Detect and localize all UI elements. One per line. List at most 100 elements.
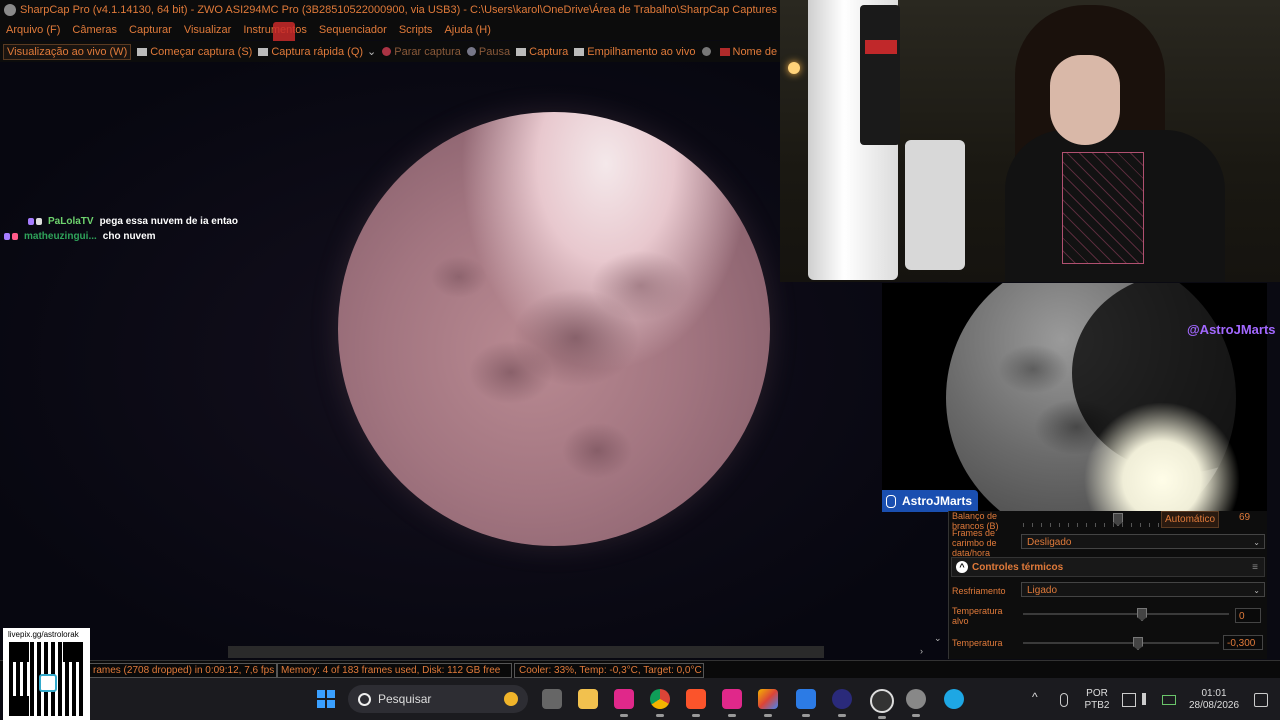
chat-username: matheuzingui... (24, 231, 97, 242)
taskbar-search[interactable]: Pesquisar (348, 685, 528, 713)
shirt-graphic (1062, 152, 1144, 264)
video-camera-icon (137, 47, 148, 56)
task-view-icon[interactable] (542, 689, 562, 709)
timestamp-select[interactable]: Desligado ⌄ (1021, 534, 1265, 549)
chat-message: matheuzingui... cho nuvem (4, 229, 238, 244)
stop-capture-button[interactable]: Parar captura (382, 46, 461, 58)
app-pink2-icon[interactable] (722, 689, 742, 717)
target-temp-slider[interactable] (1023, 613, 1229, 615)
thermal-section-title: Controles térmicos (972, 562, 1064, 573)
app-blue-icon[interactable] (944, 689, 964, 709)
timestamp-value: Desligado (1027, 537, 1072, 548)
clock-time: 01:01 (1201, 688, 1227, 699)
chevron-down-icon: ⌄ (1253, 586, 1260, 595)
live-view-button[interactable]: Visualização ao vivo (W) (3, 43, 132, 60)
white-balance-slider[interactable] (1023, 523, 1163, 527)
video-camera-icon (258, 47, 269, 56)
sharpcap-icon[interactable] (906, 689, 926, 717)
collapse-icon[interactable]: ^ (956, 561, 968, 573)
menu-ajuda[interactable]: Ajuda (H) (438, 24, 496, 36)
temperature-value: -0,300 (1227, 638, 1256, 649)
donation-qr: livepix.gg/astrolorak (3, 628, 90, 720)
temperature-label: Temperatura (952, 638, 1003, 648)
language-top: POR (1086, 688, 1108, 699)
chrome-icon[interactable] (650, 689, 670, 717)
circle-icon (701, 47, 711, 56)
window-title: SharpCap Pro (v4.1.14130, 64 bit) - ZWO … (20, 4, 777, 16)
status-bar: rames (2708 dropped) in 0:09:12, 7,6 fps… (0, 660, 1280, 679)
badge-icon (36, 218, 42, 225)
frames-status: rames (2708 dropped) in 0:09:12, 7,6 fps (88, 663, 278, 678)
menu-capturar[interactable]: Capturar (123, 24, 178, 36)
badge-icon (4, 233, 10, 240)
temperature-slider (1023, 642, 1219, 644)
app-pink-icon[interactable] (614, 689, 634, 717)
webcam-overlay (780, 0, 1280, 282)
nameplate-label: AstroJMarts (902, 494, 973, 508)
network-icon[interactable] (1122, 693, 1136, 707)
cooling-label: Resfriamento (952, 586, 1006, 596)
quick-capture-button[interactable]: Captura rápida (Q) ⌄ (258, 45, 376, 58)
streamer-face (1050, 55, 1120, 145)
file-explorer-icon[interactable] (578, 689, 598, 709)
stop-icon (382, 47, 392, 56)
stellarium-icon[interactable] (832, 689, 852, 717)
windows-start-icon[interactable] (317, 690, 335, 708)
temperature-readout: -0,300 (1223, 635, 1263, 650)
camera-icon (516, 47, 527, 56)
thermal-section-header[interactable]: ^ Controles térmicos ≡ (951, 557, 1265, 577)
badge-icon (28, 218, 34, 225)
menu-cameras[interactable]: Câmeras (66, 24, 123, 36)
cooling-select[interactable]: Ligado ⌄ (1021, 582, 1265, 597)
obs-icon[interactable] (870, 689, 894, 719)
menu-scripts[interactable]: Scripts (393, 24, 439, 36)
snapshot-label: Captura (529, 45, 569, 58)
notification-icon[interactable] (1254, 693, 1268, 707)
chevron-up-icon[interactable]: ^ (1032, 691, 1038, 703)
horizontal-scrollbar[interactable] (228, 646, 824, 658)
memory-status: Memory: 4 of 183 frames used, Disk: 112 … (276, 663, 512, 678)
pause-icon (466, 47, 476, 56)
white-balance-auto-button[interactable]: Automático (1161, 511, 1220, 528)
target-temp-thumb[interactable] (1137, 608, 1147, 621)
volume-icon[interactable] (1142, 693, 1158, 705)
qr-logo (39, 674, 57, 692)
clock[interactable]: 01:01 28/08/2026 (1184, 688, 1244, 712)
scroll-right-icon[interactable]: › (920, 646, 923, 656)
target-temp-input[interactable]: 0 (1235, 608, 1261, 623)
chat-message: PaLolaTV pega essa nuvem de ia entao (4, 214, 238, 229)
heart-icon (12, 233, 18, 240)
toolbar: Visualização ao vivo (W) Começar captura… (0, 41, 824, 62)
sharpcap-app-icon (4, 4, 16, 16)
lamp-light (788, 62, 800, 74)
menu-sequenciador[interactable]: Sequenciador (313, 24, 393, 36)
scroll-down-icon[interactable]: ⌄ (934, 633, 942, 644)
quick-capture-label: Captura rápida (Q) (271, 45, 364, 58)
mic-muted-icon (886, 495, 896, 508)
target-temp-value: 0 (1239, 611, 1245, 622)
pause-button[interactable]: Pausa (466, 45, 511, 58)
camera-ring (865, 40, 897, 54)
start-capture-button[interactable]: Começar captura (S) (137, 46, 252, 58)
temperature-thumb (1133, 637, 1143, 650)
snapshot-button[interactable]: Captura (516, 46, 568, 58)
menu-icon[interactable]: ≡ (1252, 558, 1258, 578)
pause-label: Pausa (478, 45, 511, 58)
menu-arquivo[interactable]: Arquivo (F) (0, 24, 66, 36)
moon-bright-limb (1082, 403, 1242, 511)
search-highlight-icon (504, 692, 518, 706)
photos-icon[interactable] (796, 689, 816, 717)
streamer-nameplate: AstroJMarts (882, 490, 978, 512)
microphone-icon[interactable] (1060, 693, 1068, 707)
auto-label: Automático (1165, 514, 1216, 525)
timestamp-label: Frames de carimbo de data/hora (952, 528, 997, 558)
menu-visualizar[interactable]: Visualizar (178, 24, 238, 36)
live-stack-button[interactable]: Empilhamento ao vivo (574, 46, 696, 58)
target-icon (719, 47, 730, 56)
chevron-down-icon[interactable]: ⌄ (367, 45, 376, 58)
brave-icon[interactable] (686, 689, 706, 717)
app-colorful-icon[interactable] (758, 689, 778, 717)
cooler-status: Cooler: 33%, Temp: -0,3°C, Target: 0,0°C (514, 663, 704, 678)
battery-icon[interactable] (1162, 695, 1176, 705)
language-indicator[interactable]: POR PTB2 (1084, 688, 1110, 712)
